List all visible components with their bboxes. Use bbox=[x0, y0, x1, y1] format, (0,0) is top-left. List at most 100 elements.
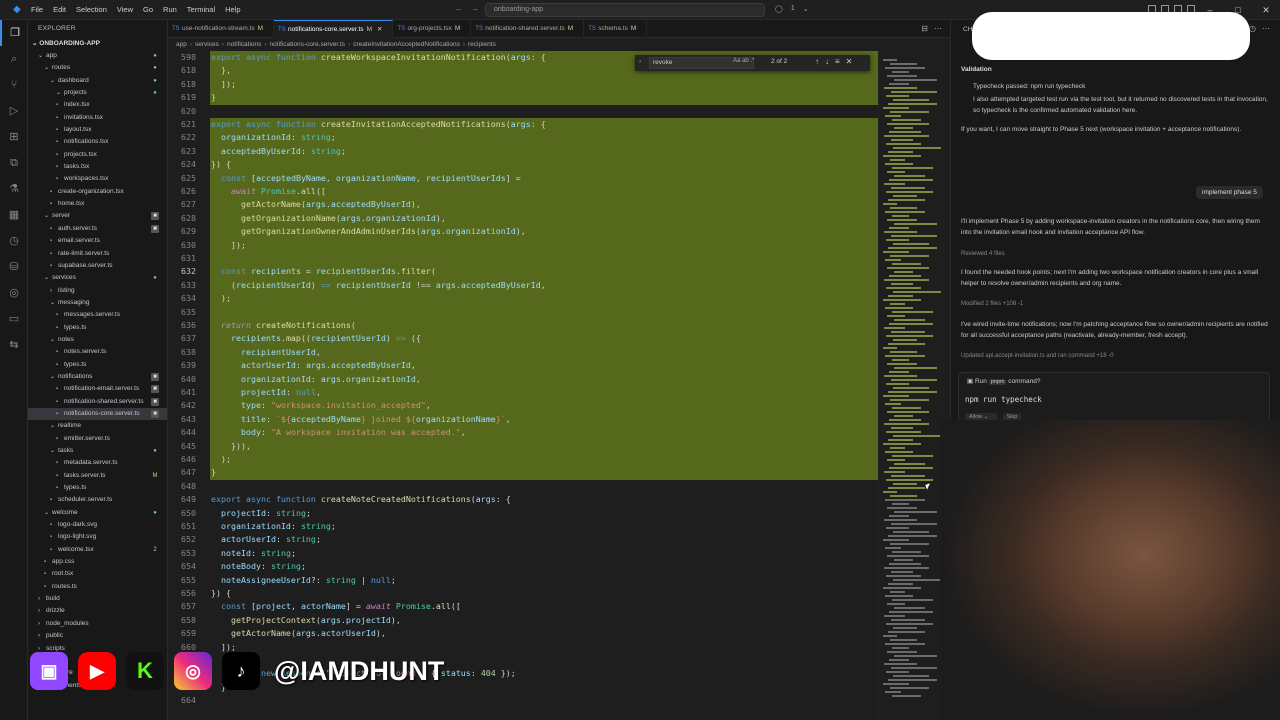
folder-row[interactable]: ⌄ server ■ bbox=[28, 210, 167, 222]
file-row[interactable]: ▪ notifications-core.server.ts ■ bbox=[28, 407, 167, 421]
testing-icon[interactable]: ⚗ bbox=[0, 176, 28, 202]
github-icon[interactable]: ◎ bbox=[0, 280, 28, 306]
file-row[interactable]: ▪ layout.tsx bbox=[28, 124, 167, 136]
menu-edit[interactable]: Edit bbox=[48, 5, 71, 14]
breadcrumb-item[interactable]: app bbox=[176, 41, 187, 48]
search-icon[interactable]: ⌕ bbox=[0, 46, 28, 72]
file-row[interactable]: ▪ invitations.tsx bbox=[28, 112, 167, 124]
folder-row[interactable]: ⌄ welcome ● bbox=[28, 507, 167, 519]
file-row[interactable]: ▪ metadata.server.ts bbox=[28, 457, 167, 469]
editor-tab[interactable]: TS org-projects.tsx M bbox=[393, 20, 472, 38]
updated-files[interactable]: Updated api.accept-invitation.ts and ran… bbox=[961, 351, 1271, 362]
folder-row[interactable]: › drizzle bbox=[28, 605, 167, 617]
menu-run[interactable]: Run bbox=[158, 5, 182, 14]
menu-icon[interactable]: ≡ bbox=[835, 57, 840, 66]
folder-row[interactable]: ⌄ realtime bbox=[28, 420, 167, 432]
find-options[interactable]: Aa ab .* bbox=[733, 58, 754, 64]
folder-row[interactable]: ⌄ app ● bbox=[28, 50, 167, 62]
source-control-icon[interactable]: ⑂ bbox=[0, 72, 28, 98]
code-editor[interactable]: 598 export async function createWorkspace… bbox=[168, 51, 878, 720]
file-row[interactable]: ▪ scheduler.server.ts bbox=[28, 494, 167, 506]
file-row[interactable]: ▪ index.tsx bbox=[28, 99, 167, 111]
file-row[interactable]: ▪ tasks.tsx bbox=[28, 161, 167, 173]
file-row[interactable]: ▪ messages.server.ts bbox=[28, 309, 167, 321]
folder-row[interactable]: › build bbox=[28, 593, 167, 605]
more-icon[interactable]: ⋯ bbox=[1262, 24, 1270, 33]
file-row[interactable]: ▪ home.tsx bbox=[28, 198, 167, 210]
breadcrumb-item[interactable]: recipients bbox=[468, 41, 496, 48]
editor-tab[interactable]: TS notification-shared.server.ts M bbox=[471, 20, 585, 38]
file-row[interactable]: ▪ projects.tsx bbox=[28, 149, 167, 161]
arrow-down-icon[interactable]: ↓ bbox=[825, 57, 829, 66]
breadcrumb-item[interactable]: notifications-core.server.ts bbox=[270, 41, 346, 48]
forward-arrow-icon[interactable]: → bbox=[471, 4, 479, 13]
file-row[interactable]: ▪ app.css bbox=[28, 556, 167, 568]
close-window-icon[interactable]: ✕ bbox=[1252, 0, 1280, 20]
file-row[interactable]: ▪ supabase.server.ts bbox=[28, 260, 167, 272]
reviewed-files[interactable]: Reviewed 4 files bbox=[961, 249, 1271, 260]
editor-tab[interactable]: TS notifications-core.server.ts M ✕ bbox=[274, 20, 394, 38]
file-row[interactable]: ▪ welcome.tsx 2 bbox=[28, 544, 167, 556]
history-icon[interactable]: ◷ bbox=[1249, 24, 1256, 33]
chevron-right-icon[interactable]: › bbox=[639, 58, 641, 65]
command-center-search[interactable]: onboarding-app bbox=[485, 3, 765, 17]
file-row[interactable]: ▪ workspaces.tsx bbox=[28, 173, 167, 185]
file-row[interactable]: ▪ logo-light.svg bbox=[28, 531, 167, 543]
run-debug-icon[interactable]: ▷ bbox=[0, 98, 28, 124]
menu-go[interactable]: Go bbox=[138, 5, 158, 14]
folder-row[interactable]: › listing bbox=[28, 285, 167, 297]
breadcrumb-item[interactable]: createInvitationAcceptedNotifications bbox=[353, 41, 460, 48]
breadcrumb-item[interactable]: services bbox=[195, 41, 219, 48]
back-arrow-icon[interactable]: ← bbox=[455, 4, 463, 13]
project-name[interactable]: ⌄ ONBOARDING-APP bbox=[28, 38, 167, 50]
breadcrumb-item[interactable]: notifications bbox=[227, 41, 261, 48]
file-row[interactable]: ▪ auth.server.ts ■ bbox=[28, 223, 167, 235]
file-row[interactable]: ▪ notification-shared.server.ts ■ bbox=[28, 396, 167, 408]
terminal-panel-icon[interactable]: ▭ bbox=[0, 306, 28, 332]
database-icon[interactable]: ⛁ bbox=[0, 254, 28, 280]
folder-row[interactable]: › node_modules bbox=[28, 618, 167, 630]
file-row[interactable]: ▪ logo-dark.svg bbox=[28, 519, 167, 531]
folder-row[interactable]: › public bbox=[28, 630, 167, 642]
file-row[interactable]: ▪ types.ts bbox=[28, 359, 167, 371]
tab-close-icon[interactable]: ✕ bbox=[377, 26, 382, 33]
docker-icon[interactable]: ▦ bbox=[0, 202, 28, 228]
file-row[interactable]: ▪ root.tsx bbox=[28, 568, 167, 580]
folder-row[interactable]: ⌄ services ● bbox=[28, 272, 167, 284]
file-row[interactable]: ▪ notifications.tsx bbox=[28, 136, 167, 148]
copilot-icon[interactable]: ◯ bbox=[775, 5, 783, 13]
folder-row[interactable]: ⌄ messaging bbox=[28, 297, 167, 309]
editor-tab[interactable]: TS use-notification-stream.ts M bbox=[168, 20, 275, 38]
menu-view[interactable]: View bbox=[112, 5, 138, 14]
split-editor-icon[interactable]: ⊟ bbox=[921, 24, 928, 33]
file-row[interactable]: ▪ notes.server.ts bbox=[28, 346, 167, 358]
folder-row[interactable]: ⌄ projects ● bbox=[28, 87, 167, 99]
file-row[interactable]: ▪ notification-email.server.ts ■ bbox=[28, 383, 167, 395]
arrow-up-icon[interactable]: ↑ bbox=[815, 57, 819, 66]
folder-row[interactable]: ⌄ routes ● bbox=[28, 62, 167, 74]
file-row[interactable]: ▪ create-organization.tsx bbox=[28, 186, 167, 198]
menu-terminal[interactable]: Terminal bbox=[182, 5, 220, 14]
more-actions-icon[interactable]: ⋯ bbox=[934, 24, 942, 33]
modified-files[interactable]: Modified 2 files +108 -1 bbox=[961, 299, 1271, 310]
file-row[interactable]: ▪ email.server.ts bbox=[28, 235, 167, 247]
folder-row[interactable]: ⌄ dashboard ● bbox=[28, 75, 167, 87]
folder-row[interactable]: ⌄ notes bbox=[28, 334, 167, 346]
pull-request-icon[interactable]: ⇆ bbox=[0, 332, 28, 358]
timeline-icon[interactable]: ◷ bbox=[0, 228, 28, 254]
file-row[interactable]: ▪ tasks.server.ts M bbox=[28, 470, 167, 482]
file-row[interactable]: ▪ types.ts bbox=[28, 482, 167, 494]
file-row[interactable]: ▪ rate-limit.server.ts bbox=[28, 248, 167, 260]
editor-tab[interactable]: TS schema.ts M bbox=[584, 20, 648, 38]
close-icon[interactable]: ✕ bbox=[846, 57, 853, 66]
folder-row[interactable]: ⌄ notifications ■ bbox=[28, 371, 167, 383]
remote-icon[interactable]: ⧉ bbox=[0, 150, 28, 176]
explorer-icon[interactable]: ❐ bbox=[0, 20, 28, 46]
file-row[interactable]: ▪ emitter.server.ts bbox=[28, 433, 167, 445]
file-row[interactable]: ▪ types.ts bbox=[28, 322, 167, 334]
chevron-down-icon[interactable]: ⌄ bbox=[803, 5, 809, 13]
menu-selection[interactable]: Selection bbox=[71, 5, 112, 14]
folder-row[interactable]: ⌄ tasks ● bbox=[28, 445, 167, 457]
menu-help[interactable]: Help bbox=[220, 5, 245, 14]
file-row[interactable]: ▪ routes.ts bbox=[28, 581, 167, 593]
